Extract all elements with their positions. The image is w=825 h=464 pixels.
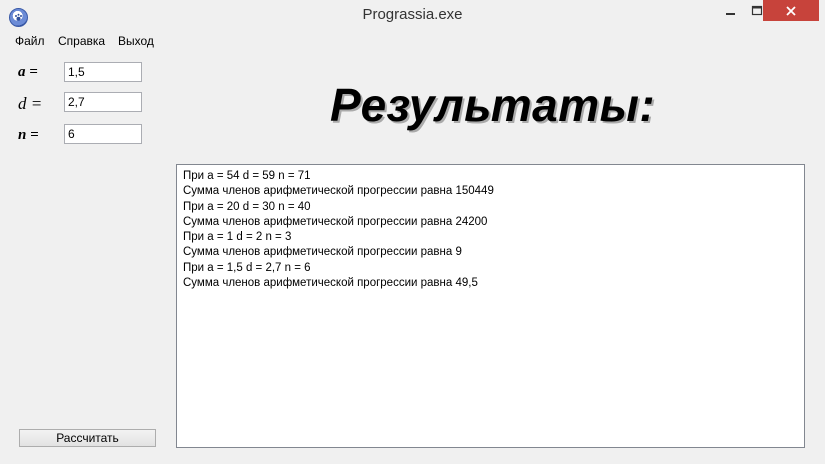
maximize-icon bbox=[751, 5, 763, 16]
results-heading: Результаты: bbox=[330, 79, 656, 131]
menu-help[interactable]: Справка bbox=[58, 34, 105, 48]
title-bar[interactable]: Prograssia.exe bbox=[0, 0, 825, 31]
menu-exit[interactable]: Выход bbox=[118, 34, 154, 48]
result-line: При a = 54 d = 59 n = 71 bbox=[183, 170, 311, 182]
close-button[interactable] bbox=[763, 0, 819, 21]
result-line: При a = 20 d = 30 n = 40 bbox=[183, 200, 311, 213]
result-line: Сумма членов арифметической прогрессии р… bbox=[183, 185, 494, 198]
result-line: Сумма членов арифметической прогрессии р… bbox=[183, 246, 462, 259]
result-line: Сумма членов арифметической прогрессии р… bbox=[183, 215, 488, 228]
results-output-box[interactable]: При a = 54 d = 59 n = 71 Сумма членов ар… bbox=[176, 164, 805, 448]
close-icon bbox=[786, 5, 796, 16]
menu-file[interactable]: Файл bbox=[15, 34, 45, 48]
menu-bar: Файл Справка Выход bbox=[0, 32, 825, 50]
label-a: a = bbox=[18, 64, 38, 80]
result-line: Сумма членов арифметической прогрессии р… bbox=[183, 277, 478, 290]
label-n: n = bbox=[18, 127, 39, 143]
app-window: Prograssia.exe Файл Справка Выход a = 1,… bbox=[0, 0, 825, 464]
input-n[interactable]: 6 bbox=[64, 124, 142, 144]
input-d[interactable]: 2,7 bbox=[64, 92, 142, 112]
label-d: d = bbox=[18, 94, 43, 113]
result-line: При a = 1,5 d = 2,7 n = 6 bbox=[183, 261, 311, 274]
input-a[interactable]: 1,5 bbox=[64, 62, 142, 82]
result-line: При a = 1 d = 2 n = 3 bbox=[183, 231, 292, 244]
minimize-icon bbox=[726, 13, 735, 15]
calculate-button[interactable]: Рассчитать bbox=[19, 429, 156, 447]
window-title: Prograssia.exe bbox=[362, 6, 463, 23]
